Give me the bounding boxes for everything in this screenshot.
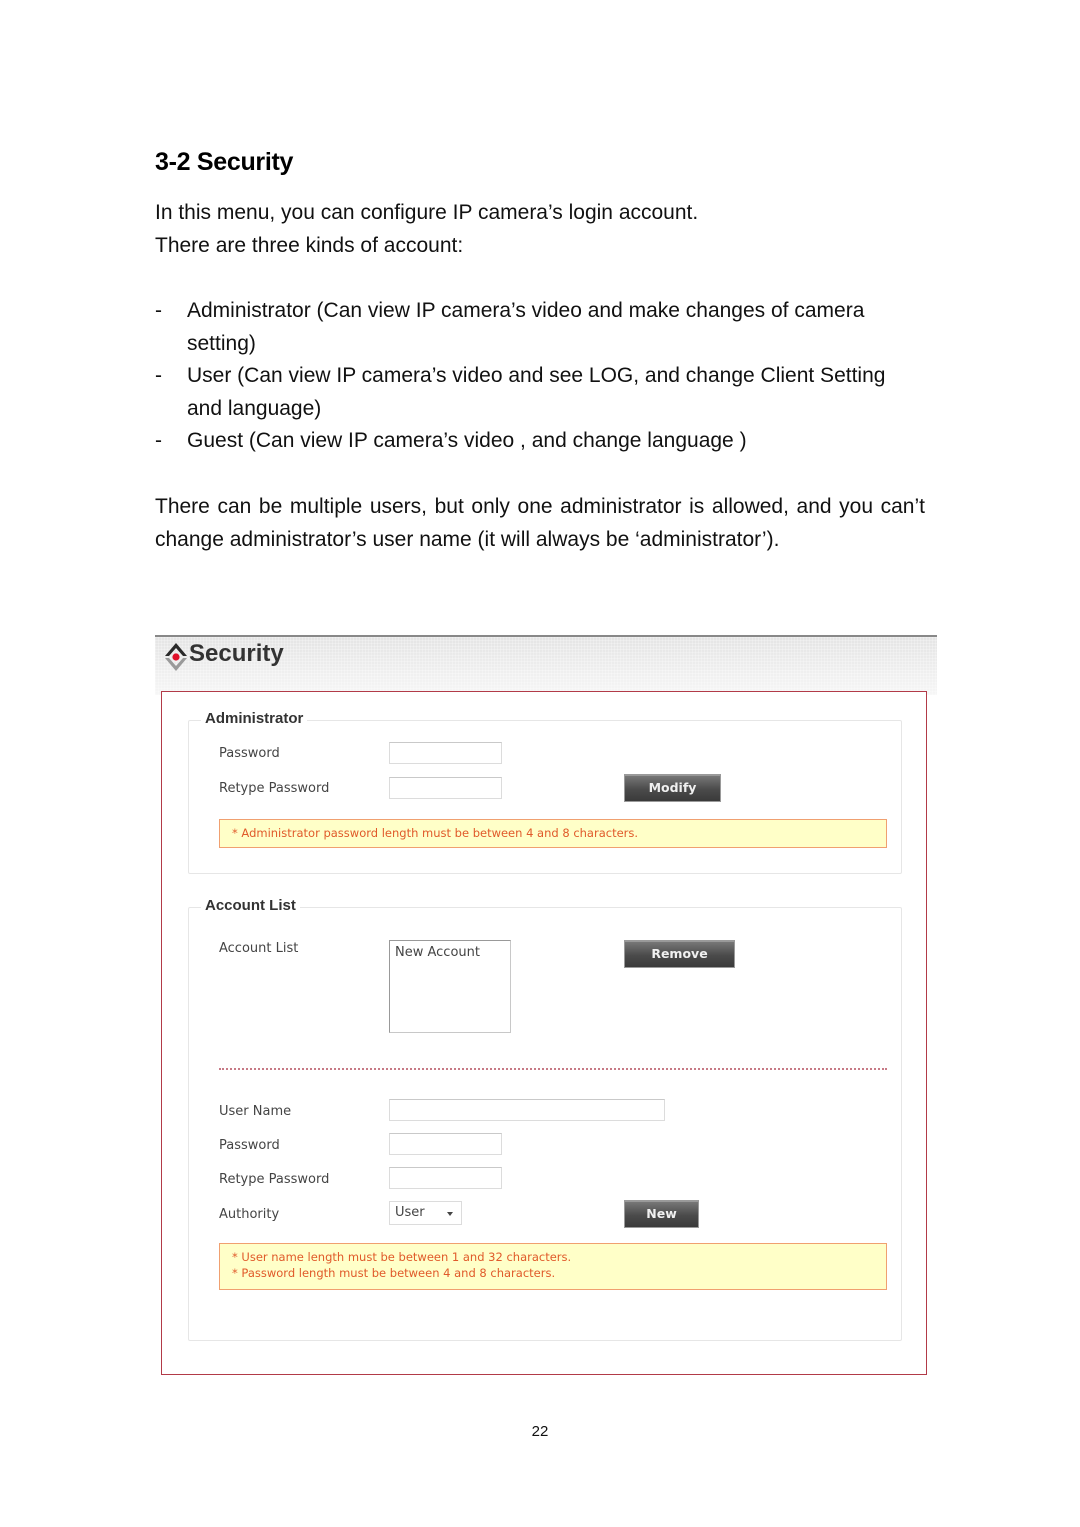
remove-button[interactable]: Remove [624, 940, 735, 968]
admin-retype-password-input[interactable] [389, 777, 502, 799]
account-type-user: User (Can view IP camera’s video and see… [187, 364, 886, 420]
camera-logo-icon [165, 643, 187, 671]
list-item: - Administrator (Can view IP camera’s vid… [155, 299, 865, 355]
admin-password-input[interactable] [389, 742, 502, 764]
authority-select[interactable]: User [389, 1201, 462, 1225]
user-name-input[interactable] [389, 1099, 665, 1121]
page-number: 22 [531, 1423, 549, 1440]
user-name-label: User Name [219, 1104, 292, 1119]
note-text: * Password length must be between 4 and … [232, 1266, 556, 1280]
security-header: Security [155, 635, 937, 695]
admin-password-note: * Administrator password length must be … [219, 819, 887, 848]
account-list-item[interactable]: New Account [395, 945, 505, 960]
account-listbox[interactable]: New Account [389, 940, 511, 1033]
user-password-input[interactable] [389, 1133, 502, 1155]
section-heading: 3-2 Security [155, 148, 294, 176]
authority-selected-value: User [395, 1205, 425, 1220]
note-text: * User name length must be between 1 and… [232, 1250, 572, 1264]
divider [219, 1068, 887, 1070]
admin-password-label: Password [219, 746, 280, 761]
security-title: Security [189, 640, 284, 667]
account-types-list: - Administrator (Can view IP camera’s vid… [155, 295, 925, 458]
security-panel: Administrator Password Retype Password M… [161, 691, 927, 1375]
chevron-down-icon [447, 1212, 453, 1216]
list-item: - User (Can view IP camera’s video and se… [155, 364, 886, 420]
account-type-administrator: Administrator (Can view IP camera’s vide… [187, 299, 865, 355]
user-retype-password-input[interactable] [389, 1167, 502, 1189]
intro-line: In this menu, you can configure IP camer… [155, 201, 699, 224]
intro-text: In this menu, you can configure IP camer… [155, 197, 925, 262]
user-password-label: Password [219, 1138, 280, 1153]
modify-button[interactable]: Modify [624, 774, 721, 802]
account-list-fieldset: Account List Account List New Account Re… [188, 897, 902, 1341]
intro-line: There are three kinds of account: [155, 233, 464, 257]
authority-label: Authority [219, 1207, 280, 1222]
admin-retype-password-label: Retype Password [219, 781, 330, 796]
list-item: - Guest (Can view IP camera’s video , and… [155, 429, 747, 452]
note-text: * Administrator password length must be … [232, 826, 639, 840]
account-list-legend: Account List [201, 897, 300, 914]
account-list-label: Account List [219, 941, 299, 956]
account-type-guest: Guest (Can view IP camera’s video , and … [187, 429, 747, 452]
administrator-fieldset: Administrator Password Retype Password M… [188, 710, 902, 874]
new-button[interactable]: New [624, 1200, 699, 1228]
admin-rule-paragraph: There can be multiple users, but only on… [155, 495, 925, 551]
security-screenshot: Security Administrator Password Retype P… [155, 635, 937, 1380]
user-requirements-note: * User name length must be between 1 and… [219, 1243, 887, 1290]
user-retype-password-label: Retype Password [219, 1172, 330, 1187]
administrator-legend: Administrator [201, 710, 308, 727]
